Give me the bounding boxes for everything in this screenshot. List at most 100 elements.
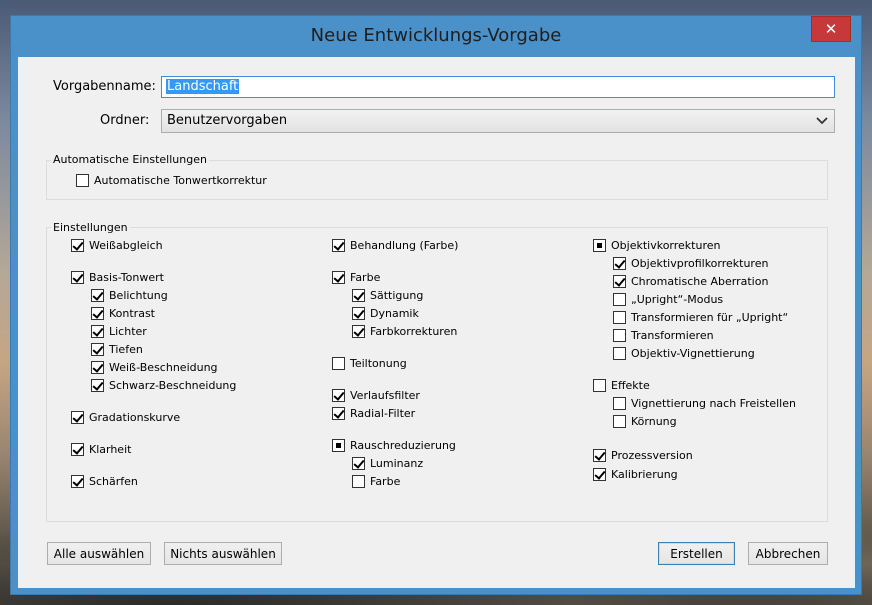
checkbox-box[interactable] [593, 468, 606, 481]
checkbox-label: Automatische Tonwertkorrektur [94, 174, 267, 187]
checkbox-box[interactable] [71, 475, 84, 488]
checkbox-label: Teiltonung [350, 357, 407, 370]
checkbox-box[interactable] [352, 457, 365, 470]
checkbox-box[interactable] [613, 257, 626, 270]
folder-label: Ordner: [100, 113, 150, 128]
checkbox-lens-profile[interactable]: Objektivprofilkorrekturen [613, 257, 768, 270]
preset-name-input[interactable]: Landschaft [161, 76, 835, 98]
checkbox-label: Rauschreduzierung [350, 439, 456, 452]
checkbox-box[interactable] [332, 357, 345, 370]
checkbox-clarity[interactable]: Klarheit [71, 443, 131, 456]
checkbox-label: Klarheit [89, 443, 132, 456]
create-button[interactable]: Erstellen [658, 542, 735, 565]
checkbox-label: Weißabgleich [89, 239, 163, 252]
checkbox-upright-transforms[interactable]: Transformieren für „Upright“ [613, 311, 788, 324]
checkbox-exposure[interactable]: Belichtung [91, 289, 168, 302]
checkbox-label: Sättigung [370, 289, 424, 302]
checkbox-lens-corrections[interactable]: Objektivkorrekturen [593, 239, 720, 252]
select-all-button[interactable]: Alle auswählen [47, 542, 151, 565]
checkbox-box[interactable] [613, 329, 626, 342]
checkbox-box[interactable] [593, 379, 606, 392]
checkbox-box[interactable] [352, 475, 365, 488]
checkbox-box[interactable] [332, 389, 345, 402]
checkbox-graduated-filter[interactable]: Verlaufsfilter [332, 389, 420, 402]
checkbox-box[interactable] [91, 289, 104, 302]
checkbox-label: Weiß-Beschneidung [109, 361, 218, 374]
checkbox-process-version[interactable]: Prozessversion [593, 449, 693, 462]
checkbox-saturation[interactable]: Sättigung [352, 289, 423, 302]
checkbox-box[interactable] [613, 293, 626, 306]
checkbox-label: Lichter [109, 325, 147, 338]
checkbox-box[interactable] [613, 275, 626, 288]
checkbox-label: Gradationskurve [89, 411, 181, 424]
checkbox-box[interactable] [352, 307, 365, 320]
checkbox-box[interactable] [332, 439, 345, 452]
close-button[interactable]: ✕ [811, 16, 851, 42]
checkbox-box[interactable] [91, 325, 104, 338]
checkbox-auto-tone[interactable]: Automatische Tonwertkorrektur [76, 174, 267, 187]
checkbox-white-clipping[interactable]: Weiß-Beschneidung [91, 361, 218, 374]
checkbox-label: Vignettierung nach Freistellen [631, 397, 796, 410]
checkbox-label: Schärfen [89, 475, 138, 488]
checkbox-highlights[interactable]: Lichter [91, 325, 147, 338]
checkbox-calibration[interactable]: Kalibrierung [593, 468, 678, 481]
checkbox-transform[interactable]: Transformieren [613, 329, 714, 342]
checkbox-box[interactable] [332, 271, 345, 284]
checkbox-box[interactable] [593, 449, 606, 462]
preset-name-label: Vorgabenname: [53, 79, 156, 94]
checkbox-box[interactable] [71, 443, 84, 456]
checkbox-label: Tiefen [109, 343, 143, 356]
checkbox-color[interactable]: Farbe [332, 271, 380, 284]
checkbox-box[interactable] [76, 174, 89, 187]
checkbox-noise-reduction[interactable]: Rauschreduzierung [332, 439, 456, 452]
checkbox-box[interactable] [71, 271, 84, 284]
checkbox-label: Farbkorrekturen [370, 325, 458, 338]
checkbox-box[interactable] [613, 347, 626, 360]
title-bar[interactable]: Neue Entwicklungs-Vorgabe ✕ [11, 16, 861, 57]
checkbox-basic-tone[interactable]: Basis-Tonwert [71, 271, 164, 284]
checkbox-box[interactable] [91, 307, 104, 320]
checkbox-label: Radial-Filter [350, 407, 416, 420]
folder-select-value: Benutzervorgaben [167, 113, 288, 128]
folder-select[interactable]: Benutzervorgaben [161, 109, 835, 133]
checkbox-box[interactable] [71, 239, 84, 252]
checkbox-vibrance[interactable]: Dynamik [352, 307, 419, 320]
select-none-button[interactable]: Nichts auswählen [164, 542, 282, 565]
checkbox-box[interactable] [352, 325, 365, 338]
checkbox-box[interactable] [332, 407, 345, 420]
checkbox-shadows[interactable]: Tiefen [91, 343, 143, 356]
checkbox-radial-filter[interactable]: Radial-Filter [332, 407, 415, 420]
checkbox-effects[interactable]: Effekte [593, 379, 650, 392]
chevron-down-icon [816, 117, 828, 125]
checkbox-label: Transformieren für „Upright“ [631, 311, 789, 324]
checkbox-box[interactable] [91, 361, 104, 374]
checkbox-label: Verlaufsfilter [350, 389, 420, 402]
checkbox-white-balance[interactable]: Weißabgleich [71, 239, 163, 252]
checkbox-chromatic-aberration[interactable]: Chromatische Aberration [613, 275, 768, 288]
checkbox-post-crop-vignetting[interactable]: Vignettierung nach Freistellen [613, 397, 796, 410]
checkbox-split-toning[interactable]: Teiltonung [332, 357, 407, 370]
checkbox-noise-color[interactable]: Farbe [352, 475, 400, 488]
checkbox-box[interactable] [91, 379, 104, 392]
checkbox-box[interactable] [91, 343, 104, 356]
checkbox-box[interactable] [613, 311, 626, 324]
checkbox-treatment[interactable]: Behandlung (Farbe) [332, 239, 458, 252]
checkbox-contrast[interactable]: Kontrast [91, 307, 155, 320]
cancel-button[interactable]: Abbrechen [748, 542, 828, 565]
checkbox-tone-curve[interactable]: Gradationskurve [71, 411, 180, 424]
checkbox-lens-vignetting[interactable]: Objektiv-Vignettierung [613, 347, 755, 360]
checkbox-upright-mode[interactable]: „Upright“-Modus [613, 293, 723, 306]
checkbox-black-clipping[interactable]: Schwarz-Beschneidung [91, 379, 236, 392]
checkbox-grain[interactable]: Körnung [613, 415, 677, 428]
checkbox-label: Farbe [350, 271, 381, 284]
checkbox-color-adjustments[interactable]: Farbkorrekturen [352, 325, 457, 338]
checkbox-label: Belichtung [109, 289, 168, 302]
checkbox-box[interactable] [352, 289, 365, 302]
checkbox-sharpening[interactable]: Schärfen [71, 475, 138, 488]
checkbox-box[interactable] [332, 239, 345, 252]
checkbox-box[interactable] [613, 415, 626, 428]
checkbox-box[interactable] [593, 239, 606, 252]
checkbox-box[interactable] [613, 397, 626, 410]
checkbox-box[interactable] [71, 411, 84, 424]
checkbox-luminance[interactable]: Luminanz [352, 457, 423, 470]
